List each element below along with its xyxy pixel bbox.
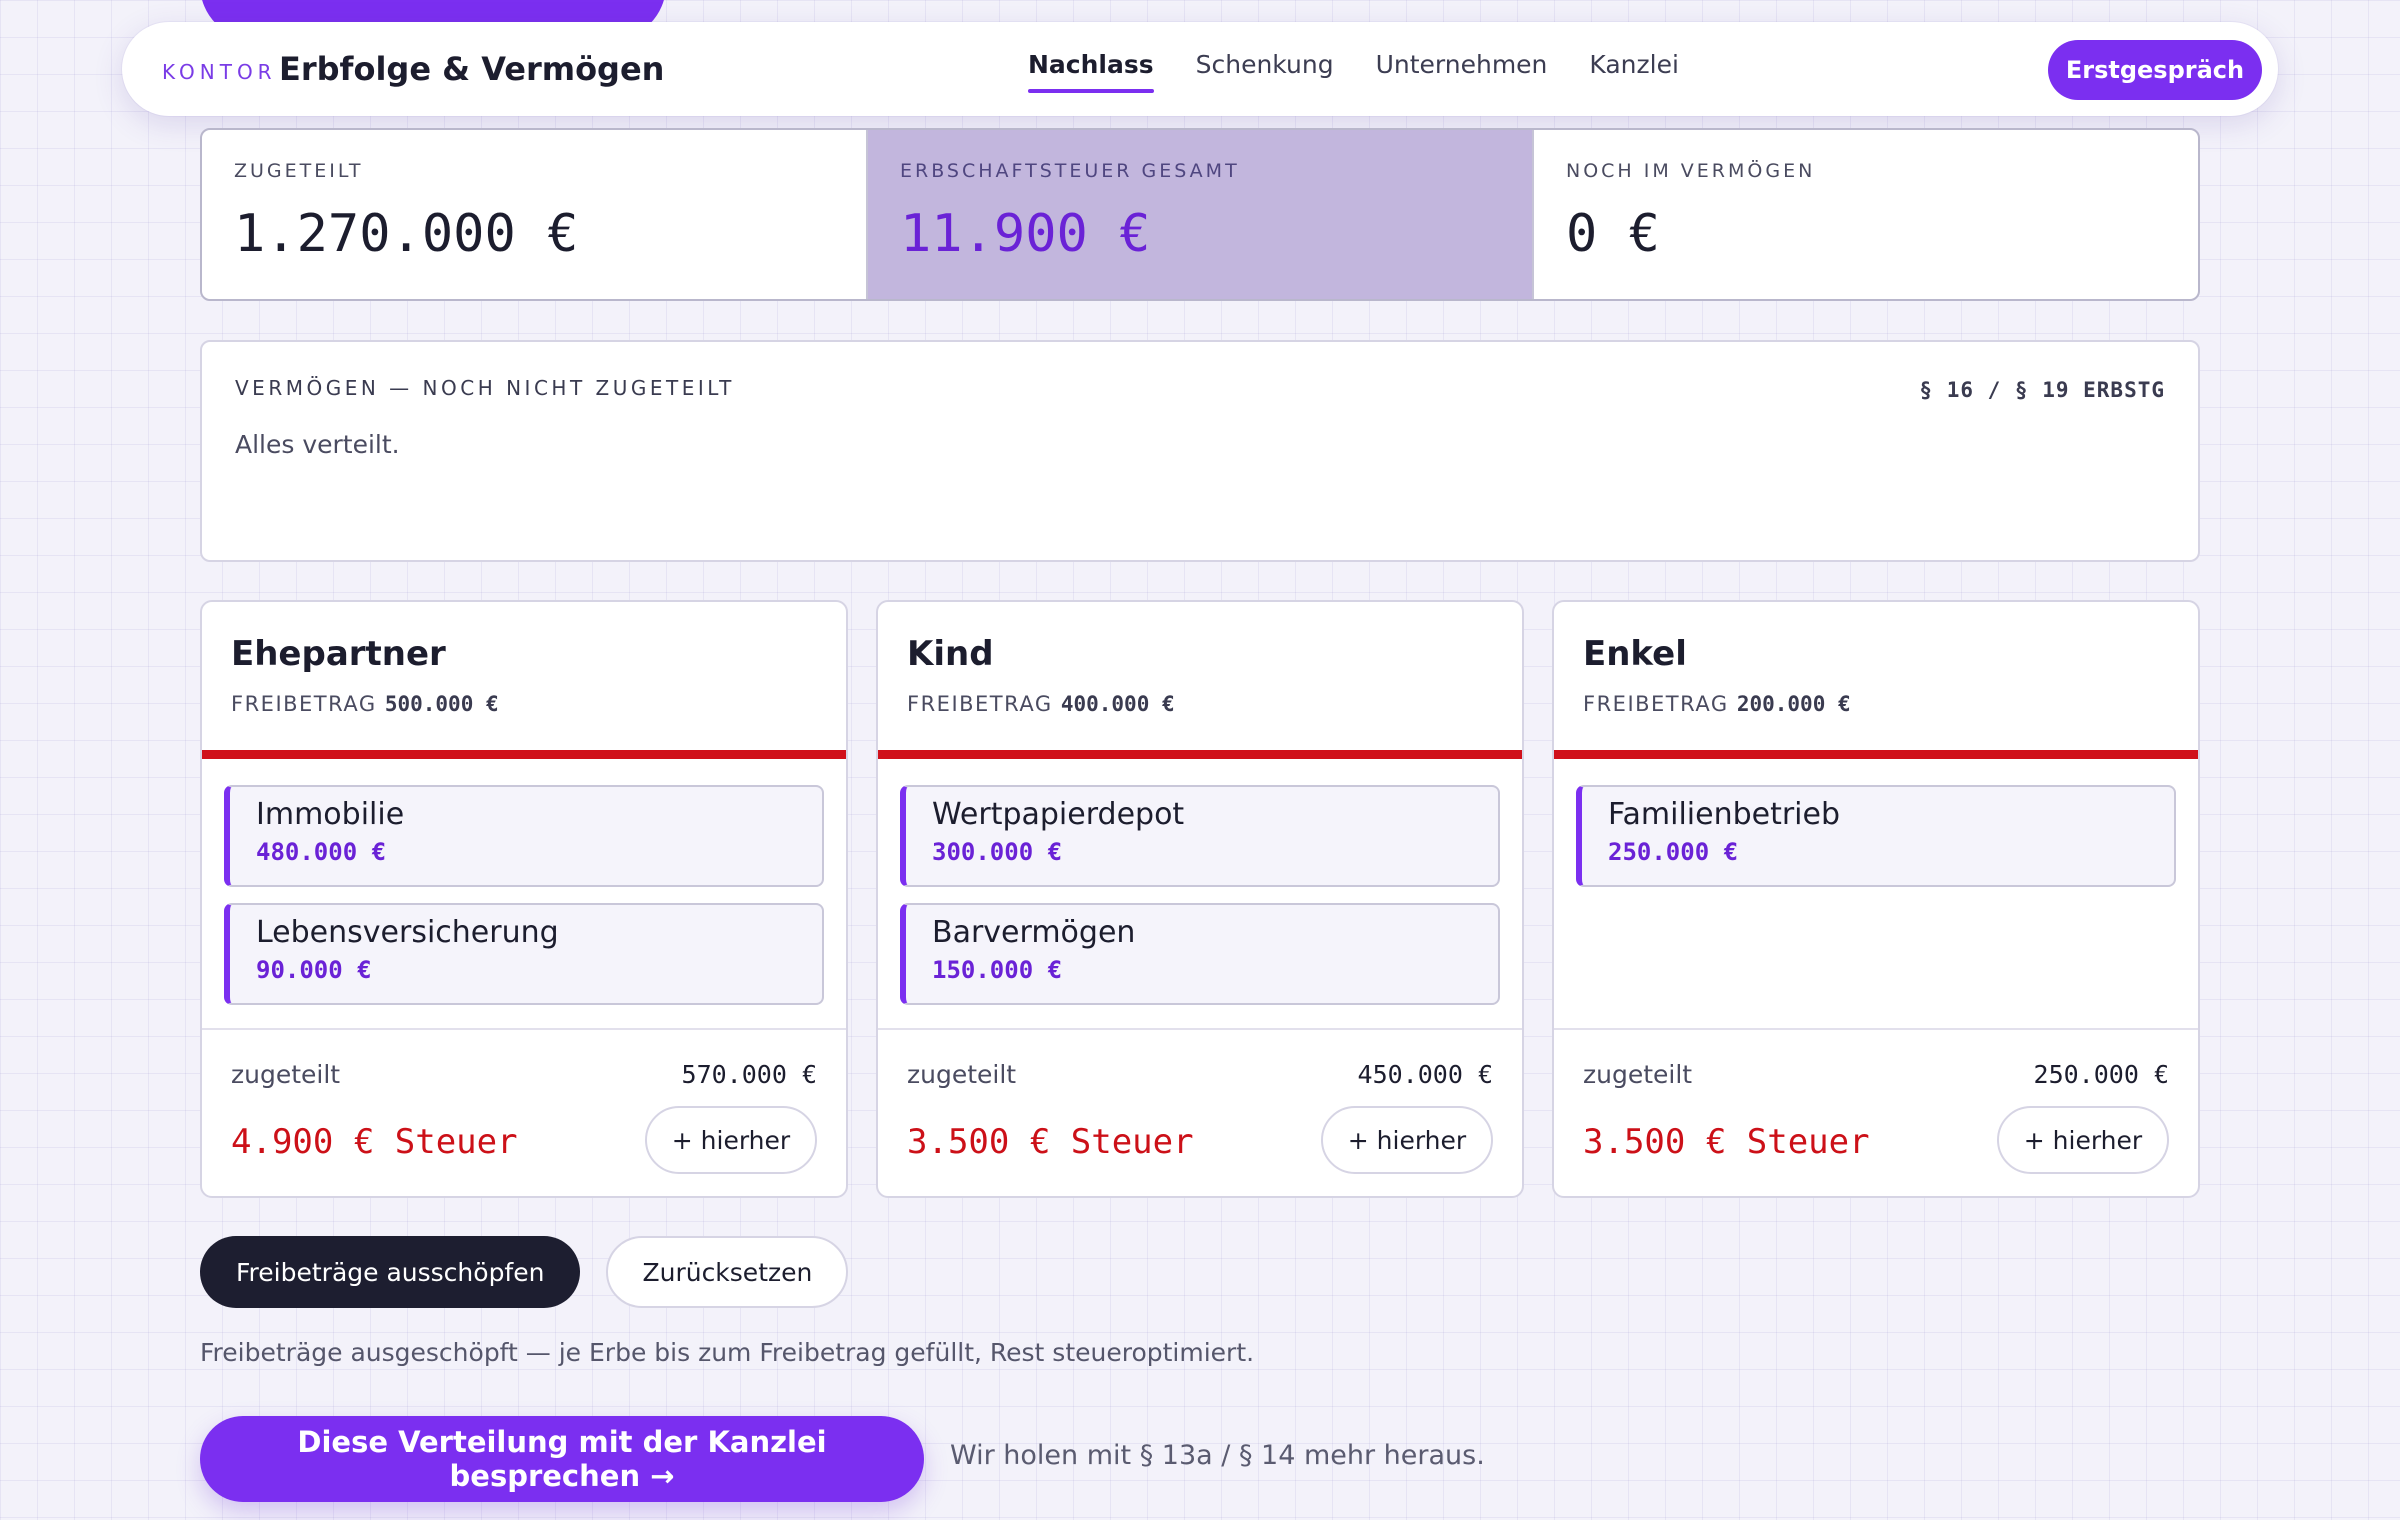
cta-note: Wir holen mit § 13a / § 14 mehr heraus. bbox=[950, 1440, 1485, 1471]
stat-value: 11.900 € bbox=[900, 204, 1151, 264]
asset-value: 480.000 € bbox=[256, 838, 387, 866]
asset-chip[interactable]: Barvermögen 150.000 € bbox=[900, 903, 1500, 1005]
allowance-label: FREIBETRAG bbox=[907, 692, 1053, 716]
asset-list: Familienbetrieb 250.000 € bbox=[1576, 785, 2176, 903]
asset-chip[interactable]: Wertpapierdepot 300.000 € bbox=[900, 785, 1500, 887]
asset-name: Lebensversicherung bbox=[256, 915, 559, 950]
summary-stats: ZUGETEILT 1.270.000 € ERBSCHAFTSTEUER GE… bbox=[200, 128, 2200, 301]
allowance-value: 400.000 € bbox=[1060, 692, 1175, 716]
assigned-label: zugeteilt bbox=[907, 1060, 1017, 1089]
assigned-sum: 450.000 € bbox=[1357, 1060, 1493, 1089]
main-nav: Nachlass Schenkung Unternehmen Kanzlei bbox=[1028, 50, 1721, 93]
heir-footer: zugeteilt 570.000 € 4.900 € Steuer + hie… bbox=[202, 1028, 846, 1196]
heir-tax: 4.900 € Steuer bbox=[231, 1122, 518, 1162]
stat-label: NOCH IM VERMÖGEN bbox=[1566, 160, 1816, 182]
asset-chip[interactable]: Immobilie 480.000 € bbox=[224, 785, 824, 887]
assigned-sum: 570.000 € bbox=[681, 1060, 817, 1089]
nav-unternehmen[interactable]: Unternehmen bbox=[1376, 50, 1548, 93]
asset-value: 300.000 € bbox=[932, 838, 1063, 866]
asset-name: Barvermögen bbox=[932, 915, 1136, 950]
reset-button[interactable]: Zurücksetzen bbox=[606, 1236, 849, 1308]
allowance-value: 200.000 € bbox=[1736, 692, 1851, 716]
brand-title[interactable]: Erbfolge & Vermögen bbox=[279, 50, 664, 88]
heir-footer: zugeteilt 450.000 € 3.500 € Steuer + hie… bbox=[878, 1028, 1522, 1196]
optimize-allowances-button[interactable]: Freibeträge ausschöpfen bbox=[200, 1236, 581, 1308]
heir-tax: 3.500 € Steuer bbox=[1583, 1122, 1870, 1162]
heir-allowance: FREIBETRAG 200.000 € bbox=[1583, 692, 1851, 716]
allowance-label: FREIBETRAG bbox=[1583, 692, 1729, 716]
nav-nachlass[interactable]: Nachlass bbox=[1028, 50, 1154, 93]
stat-remaining: NOCH IM VERMÖGEN 0 € bbox=[1534, 130, 2198, 299]
heir-allowance: FREIBETRAG 400.000 € bbox=[907, 692, 1175, 716]
heir-card-enkel[interactable]: Enkel FREIBETRAG 200.000 € Familienbetri… bbox=[1552, 600, 2200, 1198]
heir-footer: zugeteilt 250.000 € 3.500 € Steuer + hie… bbox=[1554, 1028, 2198, 1196]
heir-name: Ehepartner bbox=[231, 634, 446, 674]
discuss-with-firm-button[interactable]: Diese Verteilung mit der Kanzlei besprec… bbox=[200, 1416, 924, 1502]
stat-total-tax: ERBSCHAFTSTEUER GESAMT 11.900 € bbox=[868, 130, 1534, 299]
unassigned-pool[interactable]: VERMÖGEN — NOCH NICHT ZUGETEILT § 16 / §… bbox=[200, 340, 2200, 562]
add-here-button[interactable]: + hierher bbox=[1997, 1106, 2169, 1174]
allowance-bar bbox=[202, 750, 846, 759]
stat-value: 0 € bbox=[1566, 204, 1660, 264]
pool-label: VERMÖGEN — NOCH NICHT ZUGETEILT bbox=[235, 376, 735, 400]
nav-schenkung[interactable]: Schenkung bbox=[1196, 50, 1334, 93]
pool-empty-text: Alles verteilt. bbox=[235, 430, 400, 459]
assigned-label: zugeteilt bbox=[1583, 1060, 1693, 1089]
asset-value: 90.000 € bbox=[256, 956, 372, 984]
heir-card-kind[interactable]: Kind FREIBETRAG 400.000 € Wertpapierdepo… bbox=[876, 600, 1524, 1198]
add-here-button[interactable]: + hierher bbox=[1321, 1106, 1493, 1174]
asset-name: Wertpapierdepot bbox=[932, 797, 1185, 832]
asset-list: Immobilie 480.000 € Lebensversicherung 9… bbox=[224, 785, 824, 1021]
heir-name: Kind bbox=[907, 634, 994, 674]
asset-chip[interactable]: Familienbetrieb 250.000 € bbox=[1576, 785, 2176, 887]
assigned-label: zugeteilt bbox=[231, 1060, 341, 1089]
asset-name: Familienbetrieb bbox=[1608, 797, 1841, 832]
asset-list: Wertpapierdepot 300.000 € Barvermögen 15… bbox=[900, 785, 1500, 1021]
stat-label: ERBSCHAFTSTEUER GESAMT bbox=[900, 160, 1240, 182]
allowance-bar bbox=[878, 750, 1522, 759]
nav-kanzlei[interactable]: Kanzlei bbox=[1589, 50, 1679, 93]
top-header: KONTOR Erbfolge & Vermögen Nachlass Sche… bbox=[122, 22, 2278, 116]
asset-value: 250.000 € bbox=[1608, 838, 1739, 866]
asset-value: 150.000 € bbox=[932, 956, 1063, 984]
allowance-value: 500.000 € bbox=[384, 692, 499, 716]
action-row: Freibeträge ausschöpfen Zurücksetzen bbox=[200, 1236, 849, 1308]
allowance-bar bbox=[1554, 750, 2198, 759]
heir-name: Enkel bbox=[1583, 634, 1687, 674]
asset-chip[interactable]: Lebensversicherung 90.000 € bbox=[224, 903, 824, 1005]
heir-card-ehepartner[interactable]: Ehepartner FREIBETRAG 500.000 € Immobili… bbox=[200, 600, 848, 1198]
add-here-button[interactable]: + hierher bbox=[645, 1106, 817, 1174]
stat-label: ZUGETEILT bbox=[234, 160, 364, 182]
heir-tax: 3.500 € Steuer bbox=[907, 1122, 1194, 1162]
pool-reference: § 16 / § 19 ERBSTG bbox=[1919, 378, 2165, 402]
allowance-label: FREIBETRAG bbox=[231, 692, 377, 716]
assigned-sum: 250.000 € bbox=[2033, 1060, 2169, 1089]
heir-allowance: FREIBETRAG 500.000 € bbox=[231, 692, 499, 716]
erstgespraech-button[interactable]: Erstgespräch bbox=[2048, 40, 2262, 100]
stat-assigned: ZUGETEILT 1.270.000 € bbox=[202, 130, 868, 299]
brand-kicker: KONTOR bbox=[162, 60, 277, 84]
asset-name: Immobilie bbox=[256, 797, 405, 832]
status-hint: Freibeträge ausgeschöpft — je Erbe bis z… bbox=[200, 1338, 1255, 1367]
stat-value: 1.270.000 € bbox=[234, 204, 579, 264]
